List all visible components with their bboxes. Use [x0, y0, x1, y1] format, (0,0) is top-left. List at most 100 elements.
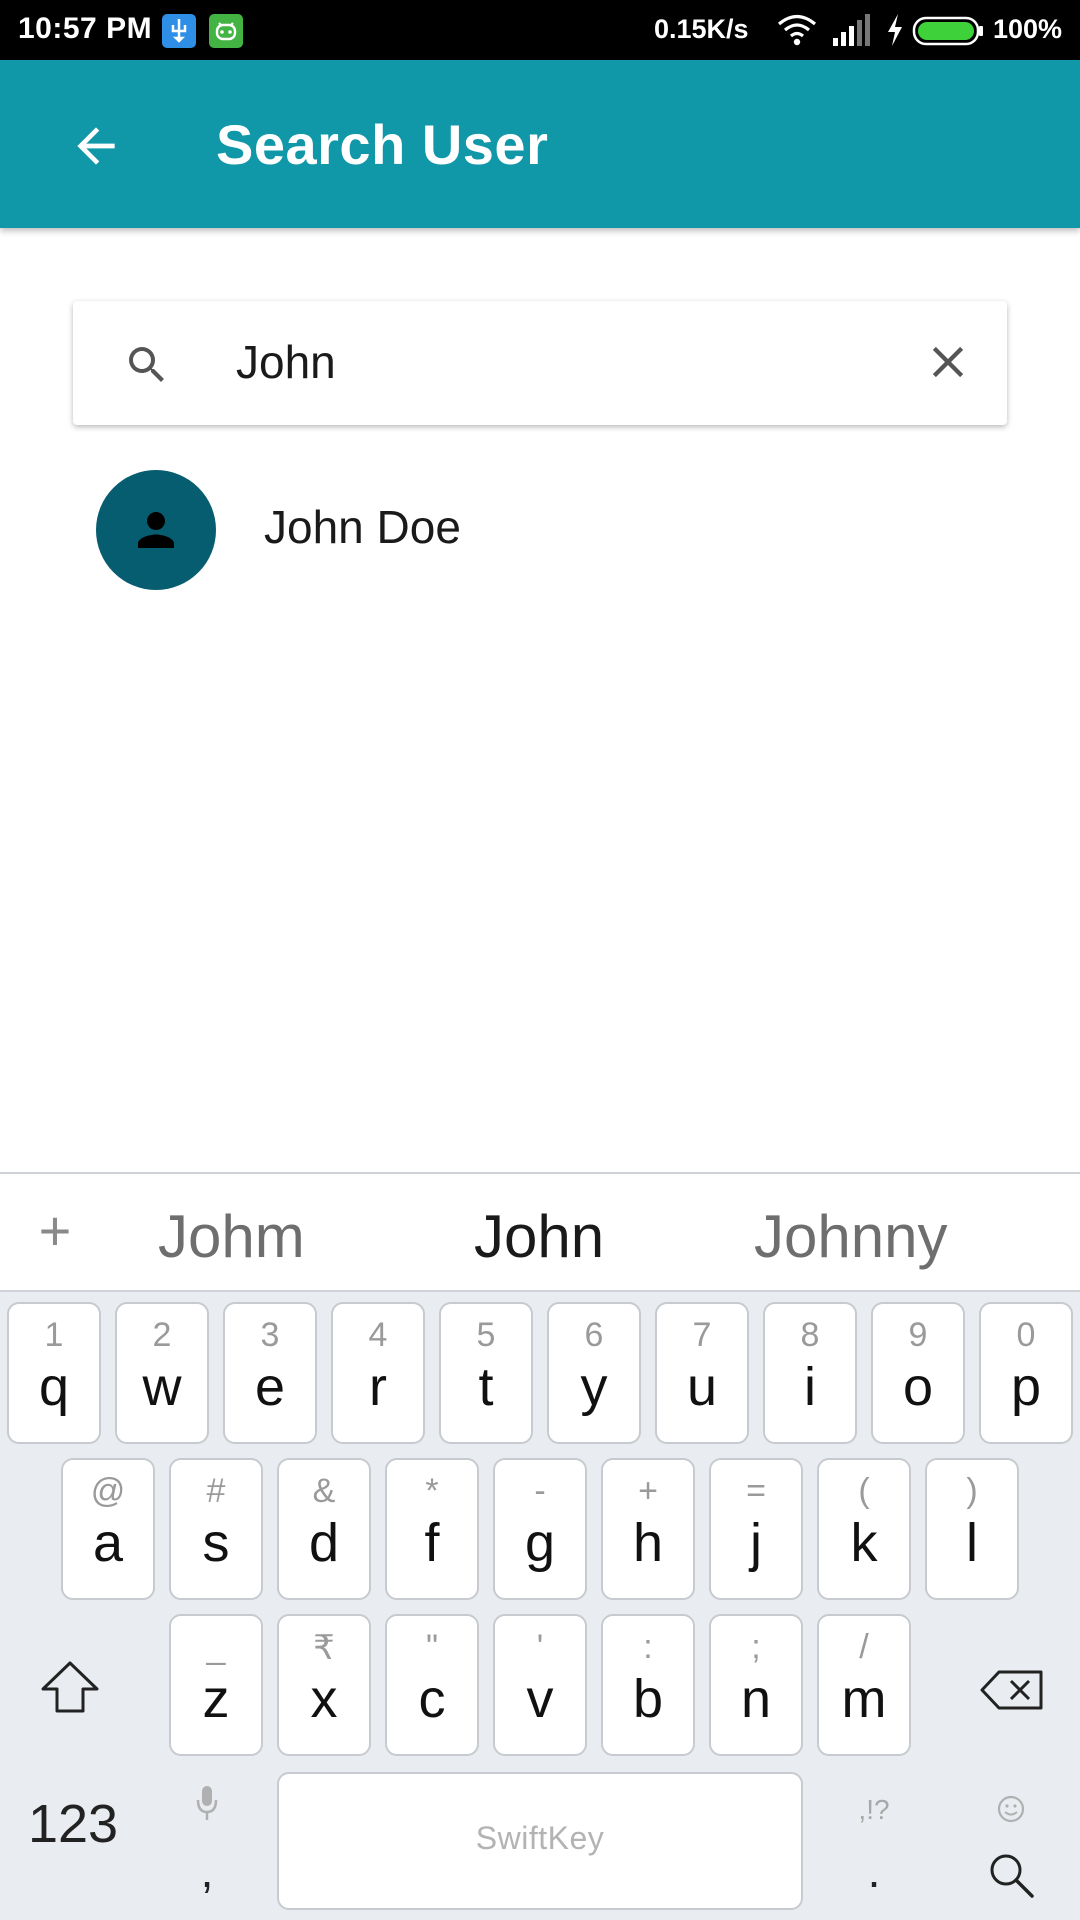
key-t[interactable]: 5t [439, 1302, 533, 1444]
period-label: . [867, 1845, 881, 1897]
key-alt: 2 [152, 1316, 172, 1354]
key-g[interactable]: -g [493, 1458, 587, 1600]
search-action-key[interactable] [972, 1784, 1052, 1914]
backspace-icon [980, 1670, 1043, 1710]
key-f[interactable]: * f [385, 1458, 479, 1600]
key-r[interactable]: 4r [331, 1302, 425, 1444]
key-alt: " [425, 1628, 439, 1666]
key-v[interactable]: ' v [493, 1614, 587, 1756]
key-p[interactable]: 0p [979, 1302, 1073, 1444]
suggestion-bar: + Johm John Johnny [0, 1172, 1080, 1292]
key-label: p [1010, 1357, 1042, 1417]
key-label: s [202, 1513, 230, 1573]
emoji-icon [996, 1794, 1026, 1829]
period-key[interactable]: ,!? . [834, 1784, 914, 1914]
key-label: m [841, 1669, 887, 1729]
search-input[interactable] [236, 329, 856, 395]
key-w[interactable]: 2w [115, 1302, 209, 1444]
key-label: n [740, 1669, 772, 1729]
key-m[interactable]: / m [817, 1614, 911, 1756]
key-s[interactable]: # s [169, 1458, 263, 1600]
comma-key[interactable]: , [168, 1784, 246, 1914]
key-label: i [804, 1357, 816, 1417]
key-alt: : [643, 1628, 653, 1666]
key-b[interactable]: :b [601, 1614, 695, 1756]
key-alt: * [425, 1472, 439, 1510]
key-u[interactable]: 7u [655, 1302, 749, 1444]
key-n[interactable]: ; n [709, 1614, 803, 1756]
key-label: h [632, 1513, 664, 1573]
key-alt: + [638, 1472, 658, 1510]
key-alt: 8 [800, 1316, 820, 1354]
signal-icon [831, 12, 871, 53]
key-alt: - [534, 1472, 546, 1510]
close-icon [932, 346, 964, 378]
numbers-key[interactable]: 123 [18, 1774, 128, 1874]
key-o[interactable]: 9o [871, 1302, 965, 1444]
person-icon [138, 512, 174, 548]
back-button[interactable] [60, 110, 132, 182]
key-j[interactable]: = j [709, 1458, 803, 1600]
key-alt: 4 [368, 1316, 388, 1354]
screen: 10:57 PM 0.15K/s 100% Search User John J… [0, 0, 1080, 1920]
key-z[interactable]: _ z [169, 1614, 263, 1756]
key-label: u [686, 1357, 718, 1417]
key-label: d [308, 1513, 340, 1573]
key-x[interactable]: ₹ x [277, 1614, 371, 1756]
key-label: b [632, 1669, 664, 1729]
app-bar: Search User [0, 60, 1080, 228]
key-alt: 6 [584, 1316, 604, 1354]
shift-key[interactable] [30, 1642, 110, 1732]
key-alt: 5 [476, 1316, 496, 1354]
key-alt: ; [751, 1628, 761, 1666]
key-q[interactable]: 1q [7, 1302, 101, 1444]
suggestion-left[interactable]: Johm [158, 1202, 305, 1271]
key-label: v [526, 1669, 554, 1729]
space-key[interactable]: SwiftKey [277, 1772, 803, 1910]
key-alt: / [859, 1628, 869, 1666]
mic-icon [194, 1784, 220, 1829]
android-debug-icon [209, 14, 243, 48]
key-a[interactable]: @ a [61, 1458, 155, 1600]
key-alt: 9 [908, 1316, 928, 1354]
key-label: a [92, 1513, 124, 1573]
clear-search-button[interactable] [909, 323, 987, 401]
backspace-key[interactable] [972, 1650, 1052, 1730]
key-alt: & [312, 1472, 336, 1510]
toolbar-plus-button[interactable]: + [30, 1196, 80, 1266]
key-alt: @ [90, 1472, 126, 1510]
key-d[interactable]: & d [277, 1458, 371, 1600]
key-alt: 7 [692, 1316, 712, 1354]
key-c[interactable]: " c [385, 1614, 479, 1756]
battery-percent: 100% [993, 14, 1063, 44]
key-h[interactable]: + h [601, 1458, 695, 1600]
status-bar: 10:57 PM 0.15K/s 100% [0, 0, 1080, 60]
key-label: x [310, 1669, 338, 1729]
comma-label: , [200, 1845, 214, 1897]
wifi-icon [776, 12, 818, 53]
suggestion-center[interactable]: John [474, 1202, 604, 1271]
key-alt: 1 [44, 1316, 64, 1354]
key-y[interactable]: 6y [547, 1302, 641, 1444]
key-alt: ₹ [313, 1629, 335, 1667]
key-alt: 0 [1016, 1316, 1036, 1354]
user-result-item[interactable]: John Doe [0, 460, 1080, 600]
user-name: John Doe [264, 501, 461, 553]
key-label: q [38, 1357, 70, 1417]
key-l[interactable]: ) l [925, 1458, 1019, 1600]
arrow-back-icon [77, 127, 115, 165]
shift-icon [41, 1661, 99, 1713]
key-label: c [418, 1669, 446, 1729]
key-i[interactable]: 8i [763, 1302, 857, 1444]
suggestion-right[interactable]: Johnny [754, 1202, 947, 1271]
search-box [73, 301, 1007, 425]
net-speed: 0.15K/s [654, 14, 749, 44]
key-alt: 3 [260, 1316, 280, 1354]
key-label: z [202, 1669, 230, 1729]
key-k[interactable]: (k [817, 1458, 911, 1600]
key-label: w [142, 1357, 182, 1417]
key-alt: _ [206, 1628, 226, 1666]
key-e[interactable]: 3e [223, 1302, 317, 1444]
status-time: 10:57 PM [18, 12, 153, 45]
key-alt: ( [858, 1472, 870, 1510]
